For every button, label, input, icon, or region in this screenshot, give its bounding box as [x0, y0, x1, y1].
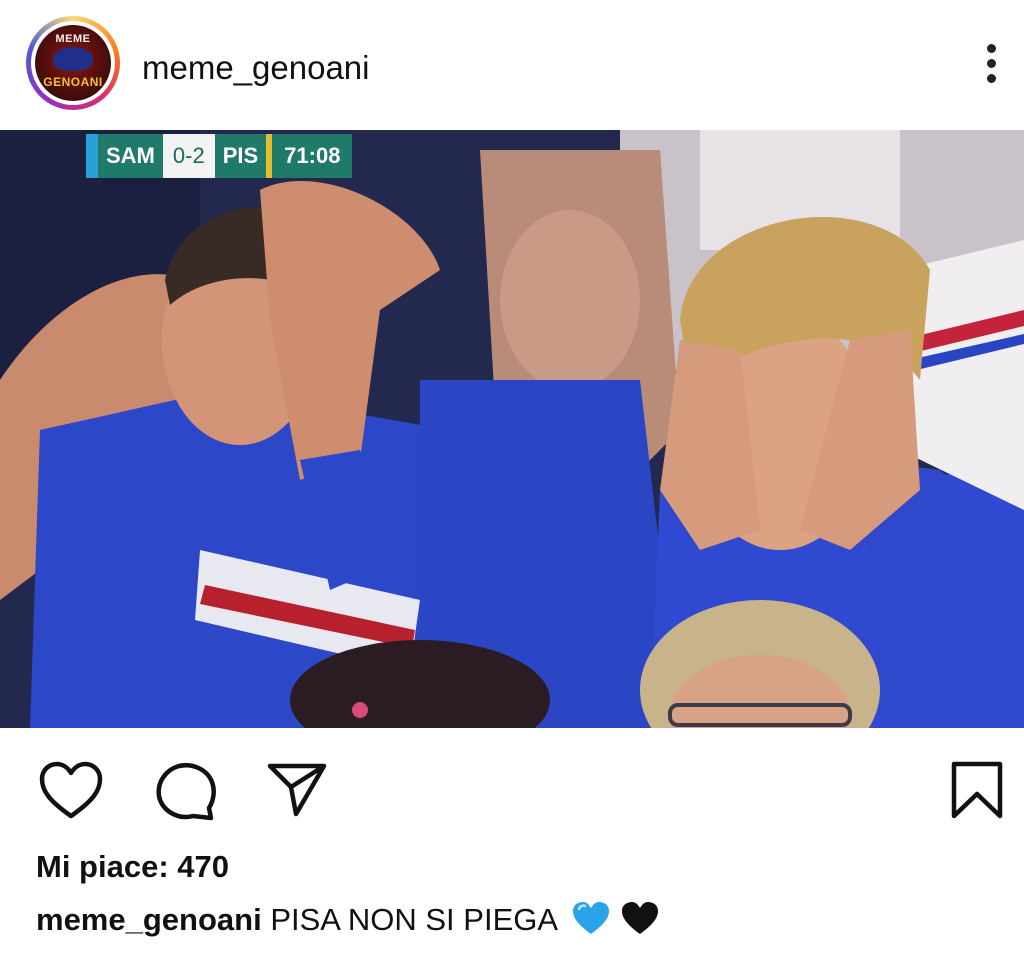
- heart-icon: [39, 761, 103, 819]
- avatar[interactable]: MEME GENOANI: [31, 21, 115, 105]
- avatar-logo-text-bottom: GENOANI: [43, 75, 103, 89]
- post-caption: meme_genoani PISA NON SI PIEGA: [36, 900, 660, 945]
- action-bar: [0, 728, 1024, 838]
- scoreboard-away-team: PIS: [214, 134, 267, 178]
- share-button[interactable]: [266, 760, 328, 822]
- bookmark-icon: [951, 761, 1003, 819]
- more-options-button[interactable]: [976, 40, 1008, 86]
- story-ring[interactable]: MEME GENOANI: [26, 16, 120, 110]
- comment-button[interactable]: [154, 760, 216, 822]
- scoreboard-score: 0-2: [162, 134, 215, 178]
- griffin-logo-icon: [53, 47, 93, 71]
- blue-heart-icon: [571, 900, 611, 945]
- like-button[interactable]: [38, 760, 103, 822]
- black-heart-icon: [620, 900, 660, 945]
- scoreboard-home-team: SAM: [98, 134, 163, 178]
- send-icon: [267, 763, 327, 817]
- scoreboard-overlay: SAM 0-2 PIS 71:08: [86, 134, 353, 178]
- post-username[interactable]: meme_genoani: [142, 48, 370, 88]
- post-photo[interactable]: SAM 0-2 PIS 71:08: [0, 130, 1024, 728]
- scoreboard-stripe: [86, 134, 98, 178]
- caption-text: PISA NON SI PIEGA: [270, 902, 557, 937]
- likes-count[interactable]: Mi piace: 470: [36, 848, 229, 886]
- caption-username[interactable]: meme_genoani: [36, 902, 262, 937]
- comment-icon: [156, 763, 216, 821]
- photo-illustration: [0, 130, 1024, 728]
- scoreboard-time: 71:08: [272, 134, 353, 178]
- save-button[interactable]: [948, 760, 1010, 822]
- avatar-logo-text-top: MEME: [55, 33, 91, 45]
- post-header: MEME GENOANI meme_genoani: [0, 0, 1024, 130]
- avatar-image: MEME GENOANI: [35, 25, 111, 101]
